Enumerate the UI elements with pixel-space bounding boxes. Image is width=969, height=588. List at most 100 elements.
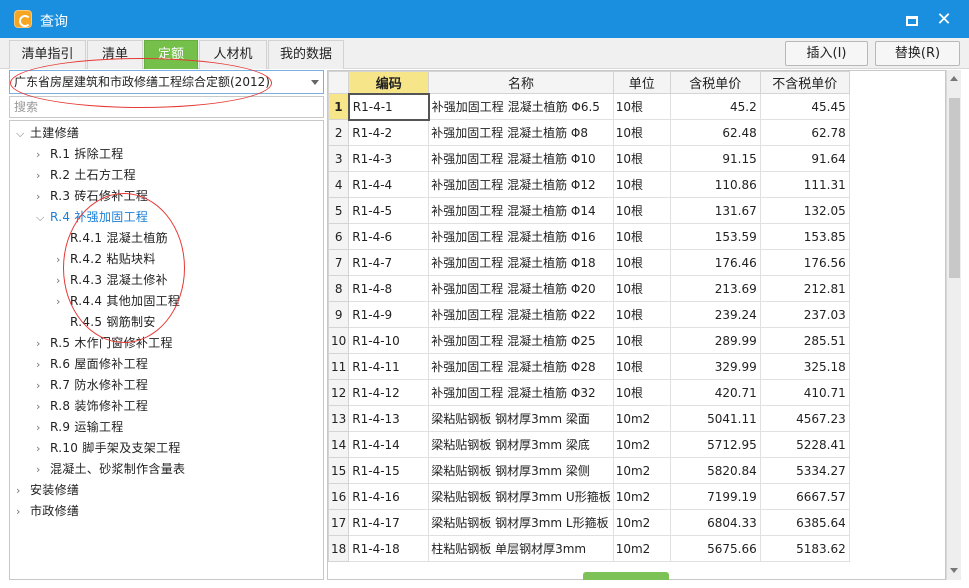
- tree-node[interactable]: › R.4.3 混凝土修补: [56, 270, 168, 290]
- tree-node[interactable]: › R.4.2 粘贴块料: [56, 249, 156, 269]
- replace-button[interactable]: 替换(R): [875, 41, 960, 66]
- cell-price-tax[interactable]: 239.24: [669, 301, 761, 328]
- tree-node[interactable]: › R.5 木作门窗修补工程: [36, 333, 173, 353]
- cell-price-notax[interactable]: 6385.64: [759, 509, 850, 536]
- cell-name[interactable]: 梁粘贴钢板 钢材厚3mm 梁底: [428, 431, 614, 458]
- table-row[interactable]: 10 R1-4-10 补强加固工程 混凝土植筋 Φ25 10根 289.99 285.51: [328, 327, 850, 354]
- cell-price-notax[interactable]: 176.56: [759, 249, 850, 276]
- tab-labor-material[interactable]: 人材机: [199, 40, 267, 69]
- chevron-right-icon[interactable]: ›: [36, 418, 50, 438]
- column-header-name[interactable]: 名称: [428, 71, 614, 94]
- cell-code[interactable]: R1-4-12: [348, 379, 430, 406]
- cell-price-tax[interactable]: 91.15: [669, 145, 761, 172]
- cell-name[interactable]: 补强加固工程 混凝土植筋 Φ18: [428, 249, 614, 276]
- column-header-code[interactable]: 编码: [348, 71, 430, 94]
- cell-unit[interactable]: 10根: [612, 275, 671, 302]
- cell-code[interactable]: R1-4-17: [348, 509, 430, 536]
- cell-price-notax[interactable]: 5183.62: [759, 535, 850, 562]
- tree-node[interactable]: › R.2 土石方工程: [36, 165, 136, 185]
- table-row[interactable]: 16 R1-4-16 梁粘贴钢板 钢材厚3mm U形箍板 10m2 7199.19 666…: [328, 483, 850, 510]
- cell-unit[interactable]: 10根: [612, 223, 671, 250]
- chevron-down-icon[interactable]: ⌵: [16, 124, 30, 144]
- cell-price-tax[interactable]: 5675.66: [669, 535, 761, 562]
- cell-price-notax[interactable]: 325.18: [759, 353, 850, 380]
- table-row[interactable]: 5 R1-4-5 补强加固工程 混凝土植筋 Φ14 10根 131.67 132.05: [328, 197, 850, 224]
- chevron-right-icon[interactable]: ›: [16, 502, 30, 522]
- chevron-right-icon[interactable]: ›: [36, 166, 50, 186]
- cell-name[interactable]: 补强加固工程 混凝土植筋 Φ20: [428, 275, 614, 302]
- scroll-up-icon[interactable]: [950, 76, 958, 81]
- cell-code[interactable]: R1-4-18: [348, 535, 430, 562]
- column-header-price-notax[interactable]: 不含税单价: [759, 71, 850, 94]
- cell-price-notax[interactable]: 111.31: [759, 171, 850, 198]
- column-header-price-tax[interactable]: 含税单价: [669, 71, 761, 94]
- cell-price-notax[interactable]: 4567.23: [759, 405, 850, 432]
- cell-unit[interactable]: 10根: [612, 249, 671, 276]
- tree-node[interactable]: › 市政修缮: [16, 501, 79, 521]
- table-row[interactable]: 6 R1-4-6 补强加固工程 混凝土植筋 Φ16 10根 153.59 153.85: [328, 223, 850, 250]
- cell-price-tax[interactable]: 329.99: [669, 353, 761, 380]
- cell-code[interactable]: R1-4-9: [348, 301, 430, 328]
- table-row[interactable]: 15 R1-4-15 梁粘贴钢板 钢材厚3mm 梁侧 10m2 5820.84 5334.…: [328, 457, 850, 484]
- cell-unit[interactable]: 10根: [612, 353, 671, 380]
- cell-price-tax[interactable]: 7199.19: [669, 483, 761, 510]
- search-input[interactable]: 搜索: [9, 96, 324, 118]
- chevron-right-icon[interactable]: ›: [56, 292, 70, 312]
- row-number[interactable]: 2: [328, 119, 350, 146]
- cell-unit[interactable]: 10m2: [612, 405, 671, 432]
- cell-name[interactable]: 补强加固工程 混凝土植筋 Φ8: [428, 119, 614, 146]
- row-number[interactable]: 17: [328, 509, 350, 536]
- cell-price-notax[interactable]: 237.03: [759, 301, 850, 328]
- table-row[interactable]: 11 R1-4-11 补强加固工程 混凝土植筋 Φ28 10根 329.99 325.18: [328, 353, 850, 380]
- cell-price-notax[interactable]: 212.81: [759, 275, 850, 302]
- cell-name[interactable]: 梁粘贴钢板 钢材厚3mm 梁面: [428, 405, 614, 432]
- cell-unit[interactable]: 10根: [612, 119, 671, 146]
- cell-name[interactable]: 补强加固工程 混凝土植筋 Φ25: [428, 327, 614, 354]
- row-number[interactable]: 7: [328, 249, 350, 276]
- cell-code[interactable]: R1-4-6: [348, 223, 430, 250]
- row-number[interactable]: 5: [328, 197, 350, 224]
- tree-node[interactable]: R.4.1 混凝土植筋: [56, 228, 168, 248]
- cell-price-tax[interactable]: 289.99: [669, 327, 761, 354]
- chevron-down-icon[interactable]: ⌵: [36, 208, 50, 228]
- restore-window-button[interactable]: [900, 9, 924, 31]
- tree-node[interactable]: › R.9 运输工程: [36, 417, 124, 437]
- row-number[interactable]: 15: [328, 457, 350, 484]
- cell-price-tax[interactable]: 45.2: [669, 93, 761, 120]
- tree-node[interactable]: › R.8 装饰修补工程: [36, 396, 148, 416]
- panel-collapse-handle[interactable]: [583, 572, 669, 580]
- insert-button[interactable]: 插入(I): [785, 41, 868, 66]
- row-number[interactable]: 16: [328, 483, 350, 510]
- vertical-scrollbar[interactable]: [946, 70, 961, 580]
- table-row[interactable]: 12 R1-4-12 补强加固工程 混凝土植筋 Φ32 10根 420.71 410.71: [328, 379, 850, 406]
- cell-price-notax[interactable]: 6667.57: [759, 483, 850, 510]
- tree-node[interactable]: ⌵ R.4 补强加固工程: [36, 207, 148, 227]
- row-number[interactable]: 10: [328, 327, 350, 354]
- table-row[interactable]: 9 R1-4-9 补强加固工程 混凝土植筋 Φ22 10根 239.24 237.03: [328, 301, 850, 328]
- table-row[interactable]: 1 R1-4-1 补强加固工程 混凝土植筋 Φ6.5 10根 45.2 45.45: [328, 92, 850, 121]
- row-number[interactable]: 13: [328, 405, 350, 432]
- row-number[interactable]: 18: [328, 535, 350, 562]
- cell-unit[interactable]: 10根: [612, 93, 671, 120]
- cell-price-notax[interactable]: 91.64: [759, 145, 850, 172]
- tab-quota[interactable]: 定额: [144, 40, 198, 69]
- cell-price-notax[interactable]: 153.85: [759, 223, 850, 250]
- tree-node[interactable]: ⌵ 土建修缮: [16, 123, 79, 143]
- tree-node[interactable]: › R.10 脚手架及支架工程: [36, 438, 181, 458]
- table-row[interactable]: 8 R1-4-8 补强加固工程 混凝土植筋 Φ20 10根 213.69 212.81: [328, 275, 850, 302]
- tab-bill[interactable]: 清单: [87, 40, 143, 69]
- row-number[interactable]: 1: [328, 93, 350, 120]
- cell-unit[interactable]: 10m2: [612, 509, 671, 536]
- table-row[interactable]: 2 R1-4-2 补强加固工程 混凝土植筋 Φ8 10根 62.48 62.78: [328, 119, 850, 146]
- quota-library-dropdown[interactable]: 广东省房屋建筑和市政修缮工程综合定额(2012): [9, 70, 324, 94]
- cell-unit[interactable]: 10m2: [612, 483, 671, 510]
- cell-name[interactable]: 补强加固工程 混凝土植筋 Φ16: [428, 223, 614, 250]
- close-window-button[interactable]: ✕: [932, 9, 956, 31]
- table-row[interactable]: 4 R1-4-4 补强加固工程 混凝土植筋 Φ12 10根 110.86 111.31: [328, 171, 850, 198]
- cell-name[interactable]: 补强加固工程 混凝土植筋 Φ28: [428, 353, 614, 380]
- cell-unit[interactable]: 10根: [612, 301, 671, 328]
- cell-name[interactable]: 梁粘贴钢板 钢材厚3mm L形箍板: [428, 509, 614, 536]
- cell-price-tax[interactable]: 6804.33: [669, 509, 761, 536]
- tree-node[interactable]: › R.7 防水修补工程: [36, 375, 148, 395]
- cell-code[interactable]: R1-4-5: [348, 197, 430, 224]
